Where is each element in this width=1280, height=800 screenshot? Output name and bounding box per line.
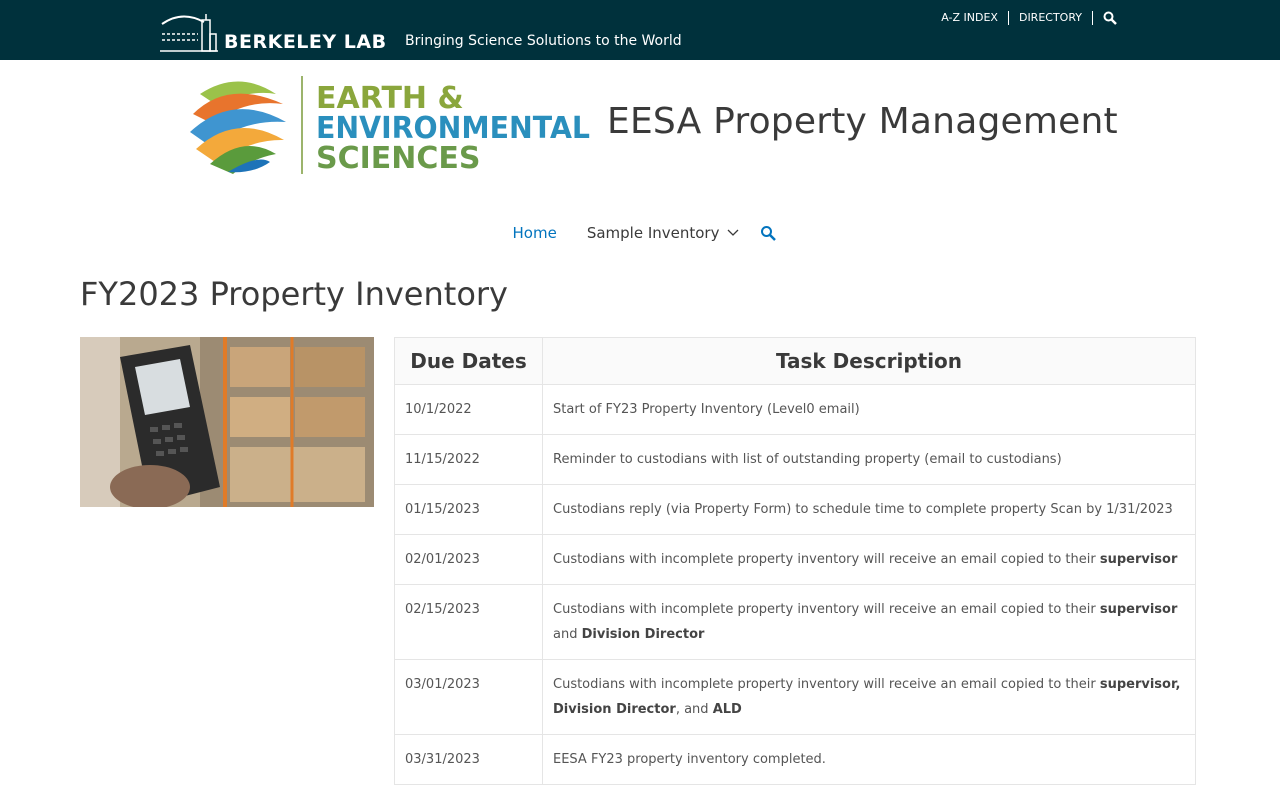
table-row: 02/15/2023 Custodians with incomplete pr… [394,584,1196,660]
az-index-link[interactable]: A-Z INDEX [941,11,1009,25]
globe-icon [189,76,287,174]
task-bold-text: Division Director [581,627,705,642]
directory-link[interactable]: DIRECTORY [1009,11,1093,25]
task-bold-text: supervisor [1099,602,1178,617]
task-description: Reminder to custodians with list of outs… [542,434,1196,485]
task-bold-text: ALD [712,702,742,717]
due-date: 02/01/2023 [394,534,543,585]
nav-search-icon[interactable] [754,225,782,241]
logo-line-3: SCIENCES [316,141,481,176]
table-row: 03/01/2023 Custodians with incomplete pr… [394,659,1196,735]
table-row: 01/15/2023 Custodians reply (via Propert… [394,484,1196,535]
task-text: , and [675,702,713,717]
task-text: Custodians with incomplete property inve… [553,602,1100,617]
task-description: Custodians with incomplete property inve… [542,534,1196,585]
eesa-logo[interactable]: EARTH & ENVIRONMENTAL SCIENCES [188,74,592,176]
due-date: 11/15/2022 [394,434,543,485]
inventory-scanner-image [80,337,374,507]
task-text: and [553,627,582,642]
due-date: 03/01/2023 [394,659,543,735]
table-header-row: Due Dates Task Description [394,337,1196,385]
nav-home[interactable]: Home [498,224,572,242]
due-date: 03/31/2023 [394,734,543,785]
main-nav: Home Sample Inventory [0,224,1280,242]
task-text: Custodians with incomplete property inve… [553,677,1100,692]
nav-sample-inventory[interactable]: Sample Inventory [572,224,755,242]
chevron-down-icon [728,229,739,236]
header-task-description: Task Description [542,337,1196,385]
table-row: 11/15/2022 Reminder to custodians with l… [394,434,1196,485]
task-description: Custodians reply (via Property Form) to … [542,484,1196,535]
search-icon[interactable] [1093,11,1117,25]
due-date: 02/15/2023 [394,584,543,660]
table-row: 02/01/2023 Custodians with incomplete pr… [394,534,1196,585]
site-title[interactable]: EESA Property Management [607,101,1118,142]
due-date: 10/1/2022 [394,384,543,435]
task-bold-text: supervisor [1099,552,1178,567]
task-description: EESA FY23 property inventory completed. [542,734,1196,785]
table-row: 03/31/2023 EESA FY23 property inventory … [394,734,1196,785]
lab-name: BERKELEY LAB [224,31,387,53]
header-due-dates: Due Dates [394,337,543,385]
tagline: Bringing Science Solutions to the World [405,33,682,49]
due-date: 01/15/2023 [394,484,543,535]
task-description: Custodians with incomplete property inve… [542,659,1196,735]
page-title: FY2023 Property Inventory [80,275,508,313]
table-row: 10/1/2022 Start of FY23 Property Invento… [394,384,1196,435]
inventory-schedule-table: Due Dates Task Description 10/1/2022 Sta… [394,337,1196,785]
top-bar: BERKELEY LAB Bringing Science Solutions … [0,0,1280,60]
task-description: Start of FY23 Property Inventory (Level0… [542,384,1196,435]
task-text: Custodians with incomplete property inve… [553,552,1100,567]
berkeley-lab-logo[interactable]: BERKELEY LAB [160,10,387,52]
utility-links: A-Z INDEX DIRECTORY [941,11,1117,25]
task-description: Custodians with incomplete property inve… [542,584,1196,660]
lab-building-icon [160,14,218,52]
nav-sample-inventory-label: Sample Inventory [586,224,720,242]
